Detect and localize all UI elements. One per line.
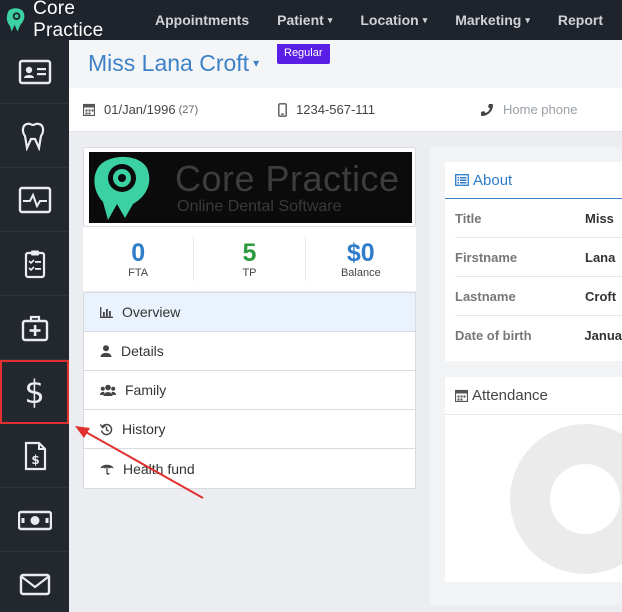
- stat-fta-label: FTA: [128, 267, 149, 279]
- logo-text: Core Practice Online Dental Software: [175, 157, 400, 216]
- umbrella-icon: [100, 464, 114, 475]
- tab-overview[interactable]: Overview: [84, 293, 415, 332]
- about-heading: About: [445, 162, 622, 199]
- about-card: About Title Miss Firstname Lana Lastname…: [445, 162, 622, 361]
- caret-down-icon: ▾: [422, 15, 428, 25]
- patient-summary-card: Core Practice Online Dental Software 0 F…: [83, 147, 416, 492]
- main-menu: Appointments Patient ▾ Location ▾ Marketin…: [146, 12, 622, 28]
- caret-down-icon: ▾: [253, 56, 260, 70]
- patient-header: Miss Lana Croft ▾ Regular: [69, 40, 622, 88]
- user-icon: [100, 345, 112, 357]
- svg-text:$: $: [31, 453, 39, 467]
- logo-subtitle: Online Dental Software: [177, 197, 342, 215]
- stat-fta[interactable]: 0 FTA: [83, 237, 195, 281]
- caret-down-icon: ▾: [327, 15, 333, 25]
- cash-icon: [17, 510, 52, 530]
- status-badge: Regular: [277, 44, 330, 64]
- menu-appointments[interactable]: Appointments: [155, 12, 249, 28]
- attendance-heading: Attendance: [445, 377, 622, 415]
- home-phone-info: Home phone: [480, 102, 577, 117]
- id-card-icon: [18, 59, 51, 84]
- about-row-lastname: Lastname Croft: [455, 277, 622, 316]
- envelope-icon: [19, 573, 50, 595]
- practice-logo-box: Core Practice Online Dental Software: [83, 147, 416, 227]
- logo-title: Core Practice: [175, 157, 400, 199]
- bar-chart-icon: [100, 306, 113, 318]
- right-panel: About Title Miss Firstname Lana Lastname…: [430, 147, 622, 605]
- first-aid-kit-icon: [21, 315, 48, 341]
- left-sidebar: $ $: [0, 40, 69, 612]
- brand[interactable]: Core Practice: [0, 0, 146, 42]
- about-row-dob: Date of birth Janua: [455, 328, 622, 343]
- sidebar-item-dental-chart[interactable]: [0, 104, 69, 168]
- invoice-icon: $: [24, 441, 46, 470]
- calendar-icon: [455, 389, 468, 402]
- patient-tabs: Overview Details Family History Health f…: [83, 292, 416, 489]
- top-navbar: Core Practice Appointments Patient ▾ Loca…: [0, 0, 622, 42]
- sidebar-item-invoices[interactable]: $: [0, 424, 69, 488]
- users-icon: [100, 384, 116, 396]
- stat-balance-value: $0: [346, 239, 375, 267]
- list-icon: [455, 174, 469, 186]
- brand-name: Core Practice: [33, 0, 104, 41]
- stat-tp-value: 5: [242, 239, 257, 267]
- dob-info: 01/Jan/1996 (27): [83, 102, 198, 117]
- stat-fta-value: 0: [131, 239, 146, 267]
- about-row-firstname: Firstname Lana: [455, 238, 622, 277]
- tooth-icon: [21, 122, 44, 151]
- caret-down-icon: ▾: [525, 15, 530, 25]
- menu-patient[interactable]: Patient ▾: [277, 12, 332, 28]
- age-value: (27): [178, 103, 199, 116]
- tab-family[interactable]: Family: [84, 371, 415, 410]
- tab-details[interactable]: Details: [84, 332, 415, 371]
- home-phone-value: Home phone: [503, 102, 578, 117]
- menu-marketing[interactable]: Marketing ▾: [455, 12, 530, 28]
- history-icon: [100, 423, 113, 435]
- sidebar-item-messages[interactable]: [0, 552, 69, 612]
- stat-tp-label: TP: [242, 267, 257, 279]
- clipboard-checklist-icon: [24, 250, 45, 278]
- stat-balance[interactable]: $0 Balance: [306, 237, 416, 281]
- dollar-icon: $: [24, 372, 45, 411]
- mobile-phone-icon: [278, 102, 287, 117]
- attendance-donut-chart: [510, 424, 622, 574]
- sidebar-item-medical[interactable]: [0, 168, 69, 232]
- mobile-value: 1234-567-111: [296, 102, 376, 117]
- main-content: Miss Lana Croft ▾ Regular 01/Jan/1996 (27…: [69, 40, 622, 612]
- sidebar-item-payments[interactable]: [0, 488, 69, 552]
- menu-location[interactable]: Location ▾: [360, 12, 427, 28]
- patient-name-dropdown[interactable]: Miss Lana Croft ▾: [88, 50, 259, 77]
- practice-logo: Core Practice Online Dental Software: [89, 152, 412, 223]
- sidebar-item-patient-card[interactable]: [0, 40, 69, 104]
- menu-report[interactable]: Report: [558, 12, 603, 28]
- calendar-icon: [83, 103, 95, 116]
- dob-value: 01/Jan/1996: [104, 102, 176, 117]
- phone-icon: [481, 103, 493, 116]
- stat-tp[interactable]: 5 TP: [194, 237, 306, 281]
- stat-balance-label: Balance: [340, 267, 381, 279]
- sidebar-item-billing[interactable]: $: [0, 360, 69, 424]
- sidebar-item-clinical[interactable]: [0, 296, 69, 360]
- sidebar-item-treatment-plan[interactable]: [0, 232, 69, 296]
- patient-info-bar: 01/Jan/1996 (27) 1234-567-111 Home phone: [69, 88, 622, 132]
- heartbeat-monitor-icon: [18, 186, 51, 213]
- patient-stats: 0 FTA 5 TP $0 Balance: [83, 227, 416, 291]
- tab-health-fund[interactable]: Health fund: [84, 449, 415, 488]
- mobile-info: 1234-567-111: [278, 102, 375, 117]
- tooth-logo-icon: [6, 8, 25, 32]
- tooth-logo-icon: [94, 156, 150, 220]
- attendance-card: Attendance: [445, 377, 622, 582]
- about-row-title: Title Miss: [455, 199, 622, 238]
- tab-history[interactable]: History: [84, 410, 415, 449]
